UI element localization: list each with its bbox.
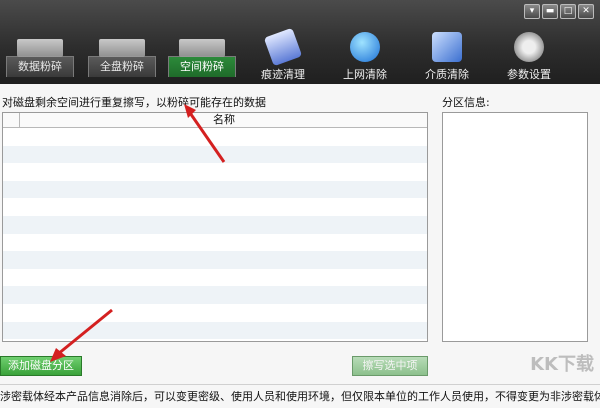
tab-label: 数据粉碎 xyxy=(18,60,62,73)
gear-icon xyxy=(514,32,544,62)
tool-label: 参数设置 xyxy=(507,68,551,81)
tab-full-disk-shred[interactable]: 全盘粉碎 xyxy=(88,39,156,77)
annotation-arrow-top xyxy=(184,104,226,163)
tab-label: 全盘粉碎 xyxy=(100,60,144,73)
toolbar: ▾ ▬ □ ✕ 数据粉碎 全盘粉碎 空间粉碎 痕迹清理 上网清除 介质清除 参数… xyxy=(0,0,600,84)
disk-icon xyxy=(99,39,145,57)
minimize-dropdown-button[interactable]: ▾ xyxy=(524,4,540,19)
tool-label: 介质清除 xyxy=(425,68,469,81)
close-button[interactable]: ✕ xyxy=(578,4,594,19)
disk-icon xyxy=(179,39,225,57)
partition-info-label: 分区信息: xyxy=(442,96,490,109)
disk-icon xyxy=(17,39,63,57)
tool-internet-clean[interactable]: 上网清除 xyxy=(334,32,396,81)
maximize-button[interactable]: □ xyxy=(560,4,576,19)
watermark: KK下载 xyxy=(530,354,594,375)
list-item[interactable] xyxy=(3,198,427,216)
tool-label: 上网清除 xyxy=(343,68,387,81)
list-item[interactable] xyxy=(3,180,427,199)
globe-icon xyxy=(350,32,380,62)
tool-settings[interactable]: 参数设置 xyxy=(498,32,560,81)
window-controls: ▾ ▬ □ ✕ xyxy=(524,4,594,19)
tab-space-shred[interactable]: 空间粉碎 xyxy=(168,39,236,77)
annotation-arrow-bottom xyxy=(50,308,113,362)
tab-label: 空间粉碎 xyxy=(180,60,224,73)
partition-info-box xyxy=(442,112,588,342)
list-item[interactable] xyxy=(3,215,427,234)
header-checkbox-column[interactable] xyxy=(3,113,20,127)
tab-data-shred[interactable]: 数据粉碎 xyxy=(6,39,74,77)
tool-media-clean[interactable]: 介质清除 xyxy=(416,32,478,81)
list-item[interactable] xyxy=(3,234,427,252)
list-item[interactable] xyxy=(3,269,427,287)
minimize-button[interactable]: ▬ xyxy=(542,4,558,19)
tool-trace-clean[interactable]: 痕迹清理 xyxy=(252,27,314,81)
list-item[interactable] xyxy=(3,251,427,269)
tool-label: 痕迹清理 xyxy=(261,68,305,81)
broom-icon xyxy=(432,32,462,62)
wipe-selected-button[interactable]: 擦写选中项 xyxy=(352,356,428,376)
status-bar: 涉密载体经本产品信息消除后，可以变更密级、使用人员和使用环境，但仅限本单位的工作… xyxy=(0,384,600,408)
eraser-icon xyxy=(263,27,303,67)
list-item[interactable] xyxy=(3,286,427,304)
